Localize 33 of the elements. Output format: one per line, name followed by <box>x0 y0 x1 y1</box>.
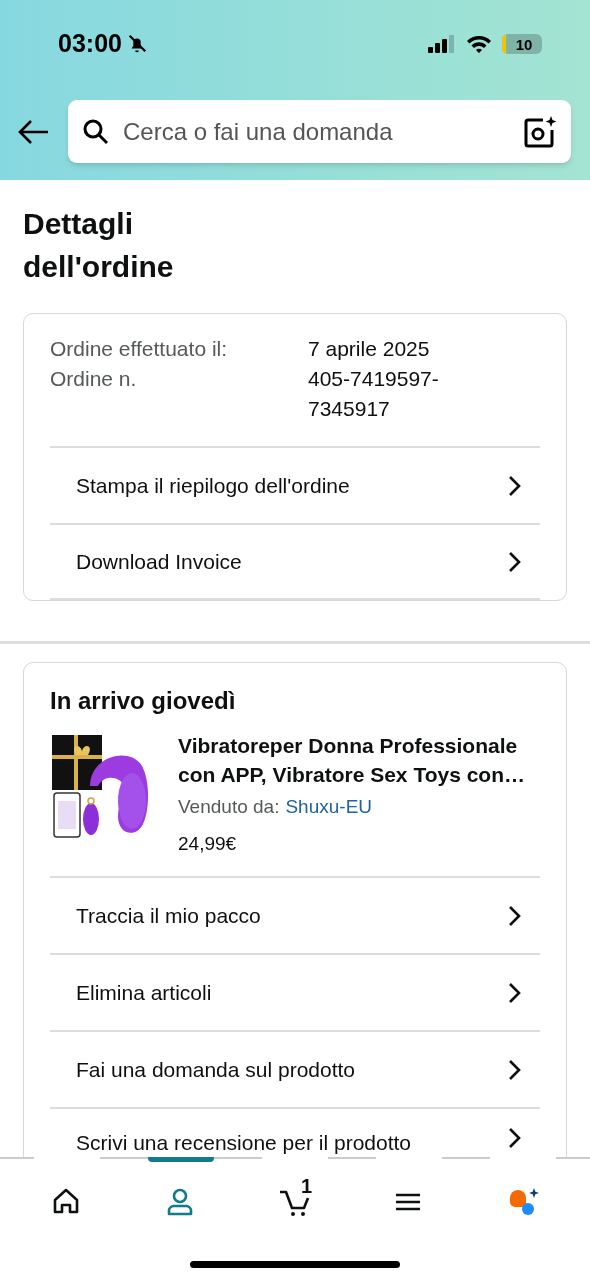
field-value: 405-7419597-7345917 <box>308 366 440 422</box>
product-price: 24,99€ <box>178 831 238 856</box>
action-row[interactable]: Stampa il riepilogo dell'ordine <box>50 446 540 523</box>
seller-link[interactable]: Shuxu-EU <box>285 793 373 822</box>
action-row[interactable]: Fai una domanda sul prodotto <box>50 1030 540 1107</box>
search-field[interactable]: Cerca o fai una domanda <box>123 113 509 150</box>
field-label: Ordine effettuato il: <box>50 336 229 362</box>
nav-tab[interactable]: 1 <box>255 1173 335 1223</box>
signal-icon <box>428 35 456 53</box>
chevron-right-icon <box>508 1127 522 1149</box>
search-icon <box>83 118 109 145</box>
action-row[interactable]: Traccia il mio pacco <box>50 876 540 953</box>
field-value: 7 aprile 2025 <box>308 336 431 362</box>
camera-icon[interactable] <box>523 114 557 149</box>
delivery-heading: In arrivo giovedì <box>50 686 237 716</box>
cart-count: 1 <box>301 1174 313 1199</box>
chevron-right-icon <box>508 1058 522 1081</box>
field-label: Ordine n. <box>50 366 138 392</box>
action-row[interactable]: Download Invoice <box>50 523 540 600</box>
chevron-right-icon <box>508 904 522 927</box>
chevron-right-icon <box>508 550 522 573</box>
chevron-right-icon <box>508 474 522 497</box>
battery-icon: 10 <box>502 34 542 54</box>
status-time: 03:00 <box>58 28 122 60</box>
product-title[interactable]: Vibratoreper Donna Professionale con APP, Vibratore Sex Toys con… <box>178 731 540 789</box>
back-arrow-icon[interactable] <box>18 118 50 145</box>
seller-label: Venduto da: <box>178 795 280 819</box>
action-row[interactable]: Elimina articoli <box>50 953 540 1030</box>
wifi-icon <box>466 34 492 54</box>
chat-bubbles-icon <box>507 1187 539 1217</box>
page-title: Dettagli dell'ordine <box>23 206 175 285</box>
search-bar[interactable]: Cerca o fai una domanda <box>68 100 571 163</box>
chevron-right-icon <box>508 981 522 1004</box>
